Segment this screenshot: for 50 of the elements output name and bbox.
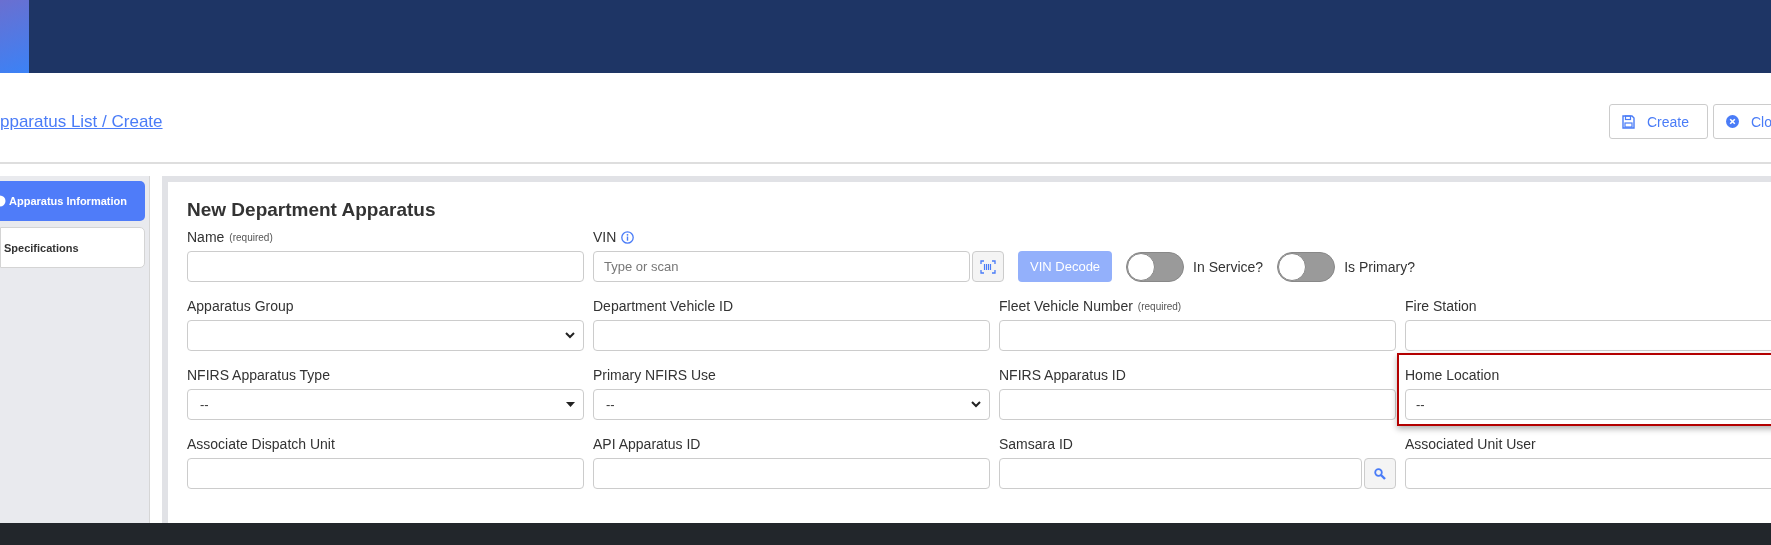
select-field[interactable]: -- [187,389,584,420]
field-label: Associated Unit User [1405,436,1536,452]
vin-field[interactable]: Type or scan [593,251,970,282]
search-icon [1374,467,1386,480]
toggle-switch[interactable] [1126,251,1185,282]
close-button[interactable]: Clo [1713,104,1771,139]
vin-decode-button[interactable]: VIN Decode [1018,251,1113,282]
search-button[interactable] [1364,458,1396,489]
field-label: Associate Dispatch Unit [187,436,335,452]
field-label: Department Vehicle ID [593,298,734,314]
create-button[interactable]: Create [1608,104,1708,139]
save-icon [1621,114,1635,129]
input-field[interactable] [999,389,1396,420]
scan-button[interactable] [972,251,1004,282]
field-label: Fire Station [1405,298,1477,314]
field-label: Apparatus Group [187,298,294,314]
toggle-switch[interactable] [1277,251,1336,282]
form-title: New Department Apparatus [187,199,437,221]
chevron-icon [565,332,575,339]
field-label: Name [187,229,225,245]
field-label: NFIRS Apparatus ID [999,367,1126,383]
input-field[interactable] [593,320,990,351]
required-note: (required) [229,231,273,243]
toggle-label: In Service? [1193,258,1264,275]
sidebar-tab[interactable]: Specifications [0,227,145,268]
barcode-icon [980,259,996,274]
field-label: Home Location [1405,367,1500,383]
input-field[interactable] [999,320,1396,351]
input-field[interactable] [1405,320,1771,351]
breadcrumb-link[interactable]: pparatus List / Create [0,111,163,132]
select-field[interactable]: -- [593,389,990,420]
field-label: Primary NFIRS Use [593,367,716,383]
sidebar-tab[interactable]: Apparatus Information [0,181,145,221]
input-field[interactable] [1405,458,1771,489]
input-field[interactable] [187,251,584,282]
select-field[interactable] [187,320,584,351]
field-label: API Apparatus ID [593,436,701,452]
input-field[interactable] [593,458,990,489]
input-field[interactable] [187,458,584,489]
required-note: (required) [1137,300,1182,312]
caret-icon [566,402,575,407]
field-label: Samsara ID [999,436,1073,452]
field-label: NFIRS Apparatus Type [187,367,330,383]
input-field[interactable] [999,458,1362,489]
field-label: Fleet Vehicle Number [999,298,1133,314]
chevron-icon [971,401,981,408]
toggle-label: Is Primary? [1344,258,1415,275]
field-label: VIN [593,229,617,245]
input-field[interactable]: -- [1405,389,1771,420]
close-icon [1726,115,1739,128]
